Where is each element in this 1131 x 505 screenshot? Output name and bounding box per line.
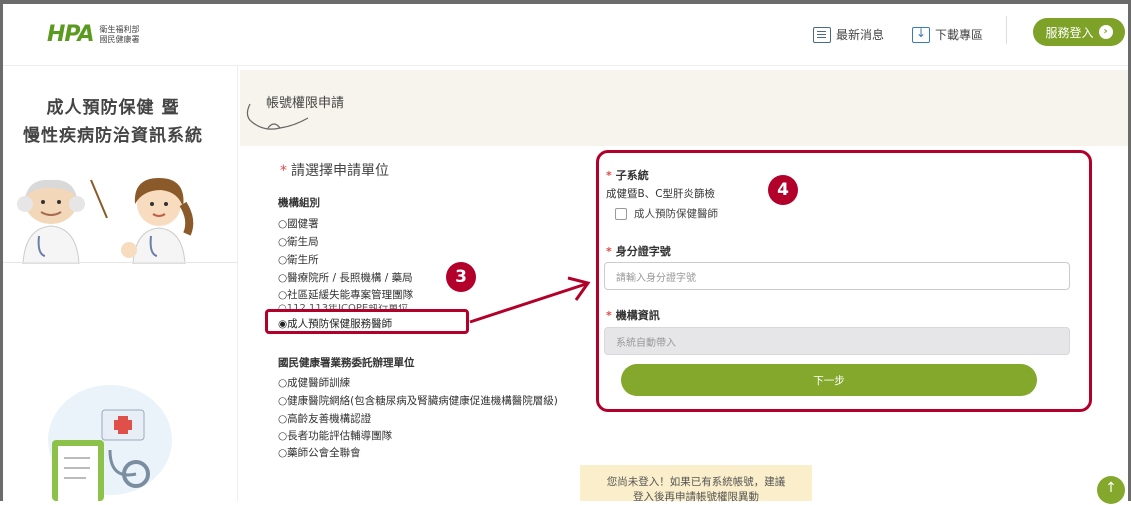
required-mark: * <box>606 169 612 182</box>
chevron-right-icon: › <box>1098 25 1113 39</box>
radio-option[interactable]: ○衛生局 <box>278 234 319 249</box>
id-number-label: * 身分證字號 <box>606 243 671 259</box>
next-step-button[interactable]: 下一步 <box>621 364 1037 396</box>
radio-option[interactable]: ○社區延緩失能專案管理團隊 <box>278 287 413 302</box>
nav-news-link[interactable]: 最新消息 <box>813 26 884 43</box>
clipboard-illustration <box>48 385 172 501</box>
system-title: 成人預防保健 暨 慢性疾病防治資訊系統 <box>3 94 223 150</box>
notice-line1: 您尚未登入！如果已有系統帳號，建議 <box>606 476 786 488</box>
radio-option[interactable]: ○衛生所 <box>278 252 319 267</box>
radio-option[interactable]: ○健康醫院網絡(包含糖尿病及腎臟病健康促進機構醫院層級) <box>278 393 558 408</box>
scroll-top-button[interactable]: ↑ <box>1097 476 1125 504</box>
page-header-band <box>240 70 1128 146</box>
login-label: 服務登入 <box>1045 25 1094 40</box>
radio-option[interactable]: ○高齡友善機構認證 <box>278 411 371 426</box>
required-mark: * <box>280 163 287 179</box>
system-title-line2: 慢性疾病防治資訊系統 <box>23 126 203 146</box>
subsystem-label: * 子系統 <box>606 167 649 183</box>
service-login-button[interactable]: 服務登入 › <box>1033 18 1125 46</box>
subsystem-label-text: 子系統 <box>615 169 649 182</box>
top-header: HPA 衛生福利部 國民健康署 最新消息 下載專區 <box>3 4 1128 66</box>
notice-line2: 登入後再申請帳號權限異動 <box>633 491 759 503</box>
org-info-input: 系統自動帶入 <box>604 327 1070 355</box>
logo-sub-line2: 國民健康署 <box>99 34 140 44</box>
system-title-line1: 成人預防保健 暨 <box>46 98 180 118</box>
subsystem-checkbox[interactable] <box>615 208 627 220</box>
sidebar-separator <box>3 262 238 263</box>
subsystem-text: 成健暨B、C型肝炎篩檢 <box>606 188 716 200</box>
org-info-label-text: 機構資訊 <box>615 309 660 322</box>
radio-option[interactable]: ○醫療院所 / 長照機構 / 藥局 <box>278 270 413 285</box>
radio-option[interactable]: ○成健醫師訓練 <box>278 375 350 390</box>
nav-download-link[interactable]: 下載專區 <box>912 26 983 43</box>
radio-option[interactable]: ○國健署 <box>278 216 319 231</box>
hpa-logo[interactable]: HPA 衛生福利部 國民健康署 <box>47 22 140 47</box>
step-badge-4: 4 <box>768 175 798 205</box>
logo-subtitle: 衛生福利部 國民健康署 <box>100 25 140 45</box>
unit-selection-label: 請選擇申請單位 <box>291 163 389 179</box>
header-divider <box>1006 16 1007 44</box>
group-title-institution: 機構組別 <box>278 197 320 209</box>
required-mark: * <box>606 309 612 322</box>
group-title-commissioned: 國民健康署業務委託辦理單位 <box>278 357 415 369</box>
unit-selection-title: * 請選擇申請單位 <box>280 160 389 180</box>
subsystem-checkbox-label[interactable]: 成人預防保健醫師 <box>634 206 718 221</box>
logo-mark: HPA <box>47 22 95 47</box>
download-icon <box>912 26 930 43</box>
required-mark: * <box>606 245 612 258</box>
page-title: 帳號權限申請 <box>266 96 345 111</box>
logo-sub-line1: 衛生福利部 <box>99 24 140 34</box>
doctors-illustration <box>17 178 194 264</box>
org-info-label: * 機構資訊 <box>606 307 660 323</box>
nav-download-label: 下載專區 <box>935 28 984 42</box>
id-number-input[interactable]: 請輸入身分證字號 <box>604 262 1070 290</box>
nav-news-label: 最新消息 <box>836 28 885 42</box>
news-icon <box>813 26 831 43</box>
radio-option[interactable]: ○藥師公會全聯會 <box>278 445 361 460</box>
arrow-annotation <box>469 276 591 324</box>
login-notice: 您尚未登入！如果已有系統帳號，建議 登入後再申請帳號權限異動 <box>580 465 812 503</box>
radio-option[interactable]: ○長者功能評估輔導團隊 <box>278 428 392 443</box>
id-number-label-text: 身分證字號 <box>615 245 671 258</box>
highlight-box-3 <box>265 309 469 334</box>
